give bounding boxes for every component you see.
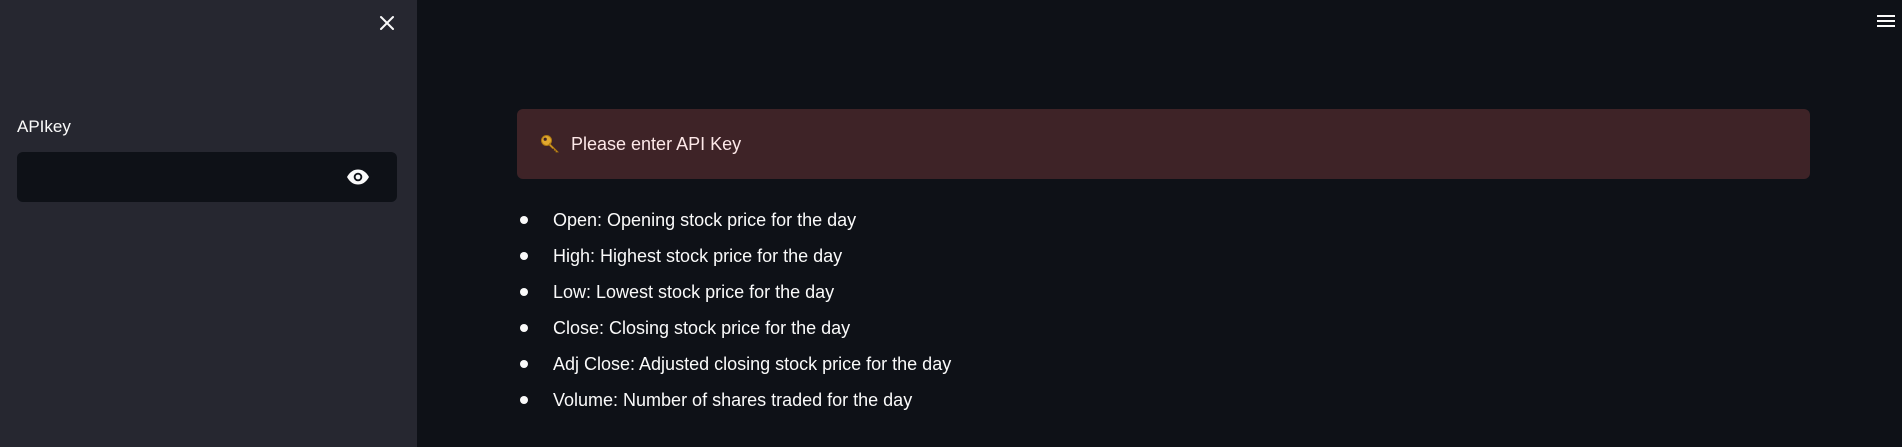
list-item: Open: Opening stock price for the day: [517, 205, 951, 241]
list-item-text: Low: Lowest stock price for the day: [553, 282, 835, 302]
close-icon: [380, 16, 394, 30]
eye-icon: [347, 169, 369, 185]
list-item-text: High: Highest stock price for the day: [553, 246, 843, 266]
list-item: Close: Closing stock price for the day: [517, 313, 951, 349]
bullet-icon: [520, 252, 528, 260]
api-key-alert: Please enter API Key: [517, 109, 1810, 179]
show-password-button[interactable]: [345, 165, 371, 189]
list-item-text: Volume: Number of shares traded for the …: [553, 390, 913, 410]
list-item-text: Open: Opening stock price for the day: [553, 210, 857, 230]
bullet-icon: [520, 288, 528, 296]
bullet-icon: [520, 216, 528, 224]
list-item: Volume: Number of shares traded for the …: [517, 385, 951, 421]
list-item-text: Adj Close: Adjusted closing stock price …: [553, 354, 952, 374]
close-sidebar-button[interactable]: [373, 9, 401, 37]
sidebar: APIkey: [0, 0, 417, 447]
apikey-label: APIkey: [17, 117, 71, 136]
apikey-input[interactable]: [17, 152, 337, 202]
hamburger-menu-icon: [1877, 15, 1895, 27]
list-item-text: Close: Closing stock price for the day: [553, 318, 851, 338]
main-menu-button[interactable]: [1874, 10, 1898, 32]
app-root: APIkey Please enter API Key Open: Openin…: [0, 0, 1902, 447]
alert-message: Please enter API Key: [571, 133, 742, 154]
bullet-icon: [520, 360, 528, 368]
apikey-field: [17, 152, 397, 202]
bullet-icon: [520, 396, 528, 404]
list-item: Adj Close: Adjusted closing stock price …: [517, 349, 951, 385]
list-item: Low: Lowest stock price for the day: [517, 277, 951, 313]
key-icon: [539, 133, 561, 155]
column-definitions-list: Open: Opening stock price for the day Hi…: [517, 205, 951, 421]
list-item: High: Highest stock price for the day: [517, 241, 951, 277]
bullet-icon: [520, 324, 528, 332]
